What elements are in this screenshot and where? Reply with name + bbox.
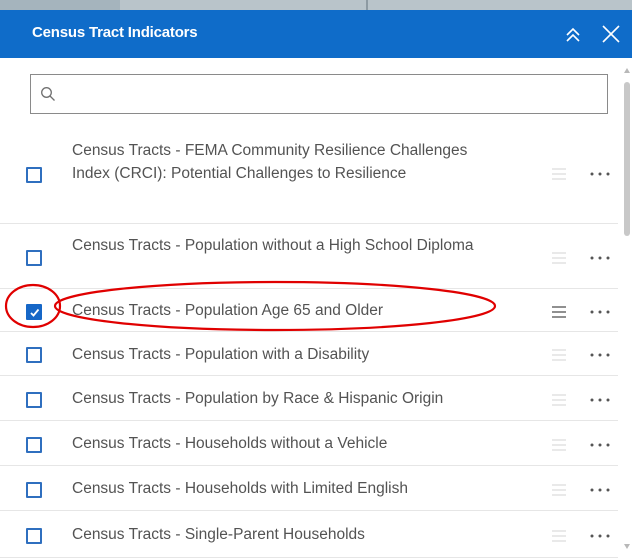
- layer-row[interactable]: Census Tracts - Households without a Veh…: [0, 421, 618, 466]
- layer-label: Census Tracts - Single-Parent Households: [72, 526, 365, 543]
- layer-row[interactable]: Census Tracts - Population Age 65 and Ol…: [0, 289, 618, 332]
- more-options-icon: [590, 488, 610, 491]
- scrollbar[interactable]: [622, 66, 632, 558]
- more-options-button[interactable]: [588, 251, 614, 265]
- layer-row[interactable]: Census Tracts - FEMA Community Resilienc…: [0, 122, 618, 224]
- search-input[interactable]: [65, 81, 595, 107]
- layer-row[interactable]: Census Tracts - Households with Limited …: [0, 466, 618, 511]
- scroll-up-arrow-icon[interactable]: [624, 68, 630, 73]
- layer-checkbox[interactable]: [26, 347, 42, 363]
- layer-checkbox[interactable]: [26, 249, 42, 266]
- top-strip: [0, 0, 632, 10]
- drag-handle-icon: [552, 251, 566, 264]
- checkmark-icon: [30, 308, 40, 317]
- more-options-button[interactable]: [588, 483, 614, 497]
- drag-handle-icon: [552, 438, 566, 451]
- more-options-icon: [590, 256, 610, 259]
- more-options-icon: [590, 534, 610, 537]
- layer-row[interactable]: Census Tracts - Population with a Disabi…: [0, 332, 618, 376]
- drag-handle[interactable]: [550, 483, 570, 497]
- drag-handle-icon: [552, 168, 566, 180]
- drag-handle[interactable]: [550, 251, 570, 265]
- search-box: [30, 74, 608, 114]
- drag-handle[interactable]: [550, 167, 570, 181]
- collapse-button[interactable]: [562, 24, 584, 46]
- search-icon: [41, 87, 55, 101]
- drag-handle-icon: [552, 483, 566, 496]
- layer-row[interactable]: Census Tracts - Population by Race & His…: [0, 376, 618, 421]
- scrollbar-thumb[interactable]: [624, 82, 630, 236]
- layer-label: Census Tracts - FEMA Community Resilienc…: [72, 141, 468, 182]
- more-options-button[interactable]: [588, 438, 614, 452]
- more-options-icon: [590, 172, 610, 176]
- layer-label: Census Tracts - Population with a Disabi…: [72, 345, 370, 363]
- close-button[interactable]: [600, 23, 622, 45]
- top-strip-divider: [366, 0, 368, 10]
- layer-checkbox[interactable]: [26, 391, 42, 408]
- drag-handle-icon: [552, 305, 566, 318]
- more-options-button[interactable]: [588, 393, 614, 407]
- drag-handle[interactable]: [550, 305, 570, 319]
- layer-checkbox[interactable]: [26, 481, 42, 498]
- drag-handle[interactable]: [550, 438, 570, 452]
- more-options-icon: [590, 310, 610, 313]
- layer-label: Census Tracts - Households without a Veh…: [72, 435, 388, 452]
- drag-handle-icon: [552, 393, 566, 406]
- drag-handle-icon: [552, 529, 566, 542]
- drag-handle[interactable]: [550, 393, 570, 407]
- close-icon: [602, 25, 620, 43]
- layer-label: Census Tracts - Households with Limited …: [72, 480, 408, 497]
- layer-checkbox[interactable]: [26, 167, 42, 183]
- panel-title: Census Tract Indicators: [32, 24, 198, 41]
- drag-handle[interactable]: [550, 348, 570, 362]
- drag-handle-icon: [552, 349, 566, 361]
- layer-checkbox[interactable]: [26, 436, 42, 453]
- more-options-button[interactable]: [588, 305, 614, 319]
- drag-handle[interactable]: [550, 529, 570, 543]
- more-options-button[interactable]: [588, 167, 614, 181]
- double-chevron-up-icon: [566, 27, 580, 42]
- layer-label: Census Tracts - Population without a Hig…: [72, 236, 474, 254]
- layer-checkbox[interactable]: [26, 303, 42, 320]
- layer-label: Census Tracts - Population by Race & His…: [72, 390, 444, 407]
- layer-row[interactable]: Census Tracts - Population without a Hig…: [0, 224, 618, 289]
- layer-row[interactable]: Census Tracts - Single-Parent Households: [0, 511, 618, 558]
- more-options-button[interactable]: [588, 348, 614, 362]
- more-options-button[interactable]: [588, 529, 614, 543]
- layer-label: Census Tracts - Population Age 65 and Ol…: [72, 302, 384, 319]
- scroll-down-arrow-icon[interactable]: [624, 544, 630, 549]
- more-options-icon: [590, 353, 610, 357]
- layer-checkbox[interactable]: [26, 527, 42, 544]
- layer-list: Census Tracts - FEMA Community Resilienc…: [0, 122, 618, 558]
- panel-header: Census Tract Indicators: [0, 10, 632, 58]
- more-options-icon: [590, 443, 610, 446]
- top-strip-segment: [0, 0, 120, 10]
- more-options-icon: [590, 398, 610, 401]
